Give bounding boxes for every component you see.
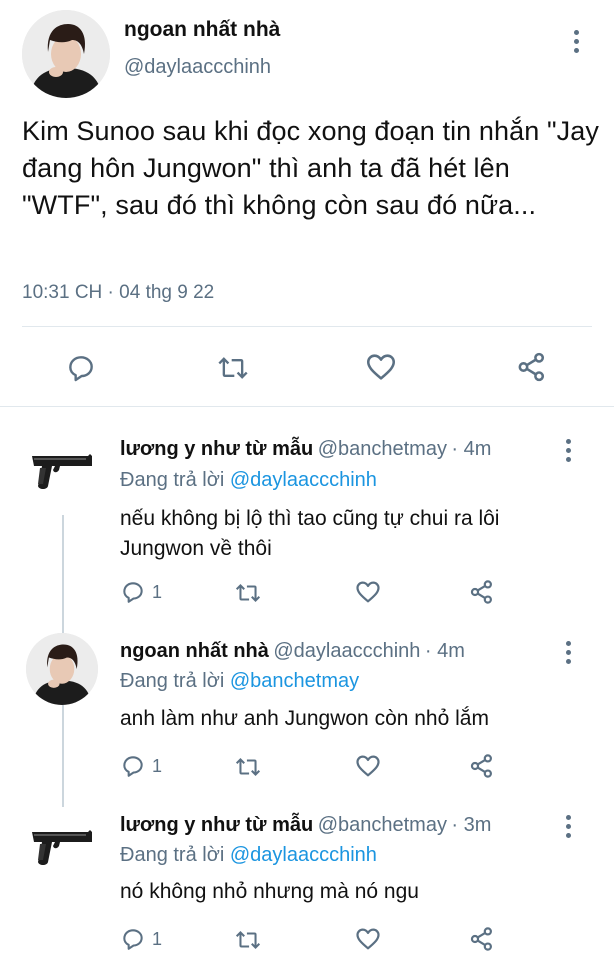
tweet-text: Kim Sunoo sau khi đọc xong đoạn tin nhắn… (22, 116, 599, 220)
retweet-button[interactable] (234, 580, 262, 611)
mention-link[interactable]: @banchetmay (230, 670, 359, 692)
reply-button[interactable]: 1 (120, 579, 162, 605)
reply-header: ngoan nhất nhà @daylaaccchinh · 4m (120, 640, 465, 663)
reply-author-name[interactable]: ngoan nhất nhà (120, 640, 269, 662)
reply-bubble-icon (69, 356, 93, 382)
reply-age: · 4m (424, 640, 465, 662)
heart-icon (356, 928, 380, 950)
reply-count: 1 (152, 755, 163, 776)
tweet-timestamp[interactable]: 10:31 CH · 04 thg 9 22 (22, 282, 214, 304)
reply-author-handle[interactable]: @daylaaccchinh (273, 640, 420, 662)
reply-count: 1 (152, 581, 163, 602)
reply-bubble-icon (123, 582, 143, 603)
reply-text: anh làm như anh Jungwon còn nhỏ lắm (120, 707, 489, 730)
replying-label: Đang trả lời (120, 469, 225, 491)
reply-button[interactable] (65, 352, 97, 389)
share-icon (470, 580, 492, 604)
reply-author-handle[interactable]: @banchetmay (318, 814, 447, 836)
reply-button[interactable]: 1 (120, 753, 162, 779)
share-button[interactable] (468, 752, 496, 785)
more-options-icon[interactable] (574, 30, 582, 57)
reply-age: · 4m (451, 438, 492, 460)
retweet-icon (235, 584, 261, 602)
heart-icon (366, 354, 396, 380)
reply-count: 1 (152, 928, 163, 949)
retweet-icon (235, 931, 261, 949)
pistol-icon (32, 830, 92, 865)
more-options-icon[interactable] (566, 815, 574, 842)
share-button[interactable] (515, 350, 549, 389)
divider (0, 406, 614, 407)
share-button[interactable] (468, 925, 496, 958)
like-button[interactable] (354, 752, 382, 785)
reply-age: · 3m (451, 814, 492, 836)
share-button[interactable] (468, 578, 496, 611)
author-name[interactable]: ngoan nhất nhà (124, 18, 280, 42)
reply-bubble-icon (123, 929, 143, 950)
share-icon (470, 927, 492, 951)
reply-button[interactable]: 1 (120, 926, 162, 952)
reply-text: nó không nhỏ nhưng mà nó ngu (120, 880, 419, 903)
thread-line (62, 715, 64, 807)
replying-to: Đang trả lời @daylaaccchinh (120, 469, 377, 492)
avatar[interactable] (26, 633, 98, 705)
reply-text: nếu không bị lộ thì tao cũng tự chui ra … (120, 507, 500, 560)
retweet-button[interactable] (234, 927, 262, 958)
retweet-icon (218, 357, 248, 379)
reply-author-name[interactable]: lương y như từ mẫu (120, 814, 313, 836)
replying-to: Đang trả lời @banchetmay (120, 670, 359, 693)
user-photo-icon (26, 633, 98, 705)
mention-link[interactable]: @daylaaccchinh (230, 469, 377, 491)
share-icon (470, 754, 492, 778)
share-icon (518, 352, 545, 382)
more-options-icon[interactable] (566, 439, 574, 466)
reply-author-name[interactable]: lương y như từ mẫu (120, 438, 313, 460)
like-button[interactable] (364, 350, 398, 389)
reply-header: lương y như từ mẫu @banchetmay · 4m (120, 438, 491, 461)
author-handle[interactable]: @daylaaccchinh (124, 56, 271, 79)
pistol-icon (32, 454, 92, 489)
divider (22, 326, 592, 327)
replying-to: Đang trả lời @daylaaccchinh (120, 844, 377, 867)
retweet-button[interactable] (234, 754, 262, 785)
avatar[interactable] (22, 10, 110, 98)
heart-icon (356, 581, 380, 603)
retweet-icon (235, 758, 261, 776)
more-options-icon[interactable] (566, 641, 574, 668)
retweet-button[interactable] (216, 352, 250, 389)
reply-author-handle[interactable]: @banchetmay (318, 438, 447, 460)
reply-header: lương y như từ mẫu @banchetmay · 3m (120, 814, 491, 837)
mention-link[interactable]: @daylaaccchinh (230, 844, 377, 866)
replying-label: Đang trả lời (120, 844, 225, 866)
avatar[interactable] (26, 446, 98, 496)
avatar[interactable] (26, 822, 98, 872)
user-photo-icon (22, 10, 110, 98)
heart-icon (356, 755, 380, 777)
reply-bubble-icon (123, 756, 143, 777)
like-button[interactable] (354, 578, 382, 611)
replying-label: Đang trả lời (120, 670, 225, 692)
like-button[interactable] (354, 925, 382, 958)
